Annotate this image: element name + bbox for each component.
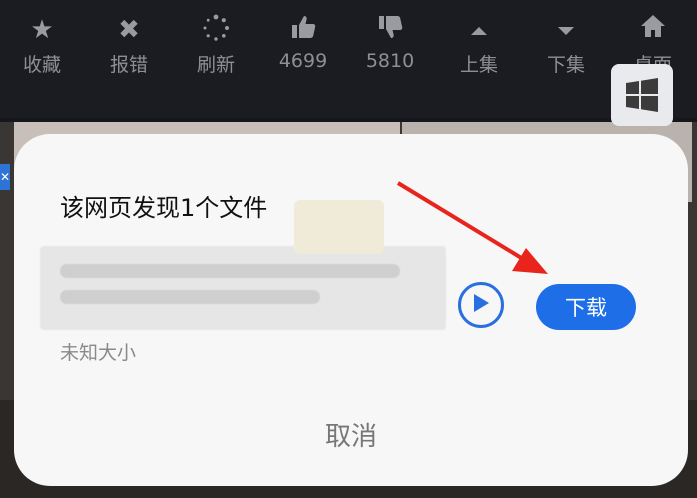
chevron-up-icon <box>439 14 519 46</box>
dialog-title: 该网页发现1个文件 <box>60 194 268 222</box>
refresh-button[interactable]: 刷新 <box>176 14 256 77</box>
download-dialog: 该网页发现1个文件 未知大小 下载 取消 <box>14 134 688 486</box>
star-icon: ★ <box>30 15 54 45</box>
file-size: 未知大小 <box>60 342 137 364</box>
thumbs-up-icon <box>263 14 343 46</box>
cancel-button[interactable]: 取消 <box>14 416 688 453</box>
refresh-icon <box>176 14 256 46</box>
previous-episode-button[interactable]: 上集 <box>439 14 519 77</box>
windows-icon[interactable] <box>611 64 673 126</box>
favorite-button[interactable]: ★ 收藏 <box>2 14 82 77</box>
home-icon <box>613 14 693 46</box>
browser-toolbar: ★ 收藏 ✖ 报错 刷新 4699 5810 上集 下集 <box>0 0 697 118</box>
play-button[interactable] <box>458 282 504 328</box>
side-tab[interactable]: ✕ <box>0 164 10 190</box>
dislike-button[interactable]: 5810 <box>350 14 430 72</box>
file-name-blurred <box>40 246 446 330</box>
like-button[interactable]: 4699 <box>263 14 343 72</box>
download-button[interactable]: 下载 <box>536 284 636 330</box>
report-error-button[interactable]: ✖ 报错 <box>89 14 169 77</box>
close-icon: ✖ <box>118 15 140 45</box>
thumbs-down-icon <box>350 14 430 46</box>
play-icon <box>472 293 490 317</box>
next-episode-button[interactable]: 下集 <box>526 14 606 77</box>
file-thumbnail <box>294 200 384 254</box>
chevron-down-icon <box>526 14 606 46</box>
